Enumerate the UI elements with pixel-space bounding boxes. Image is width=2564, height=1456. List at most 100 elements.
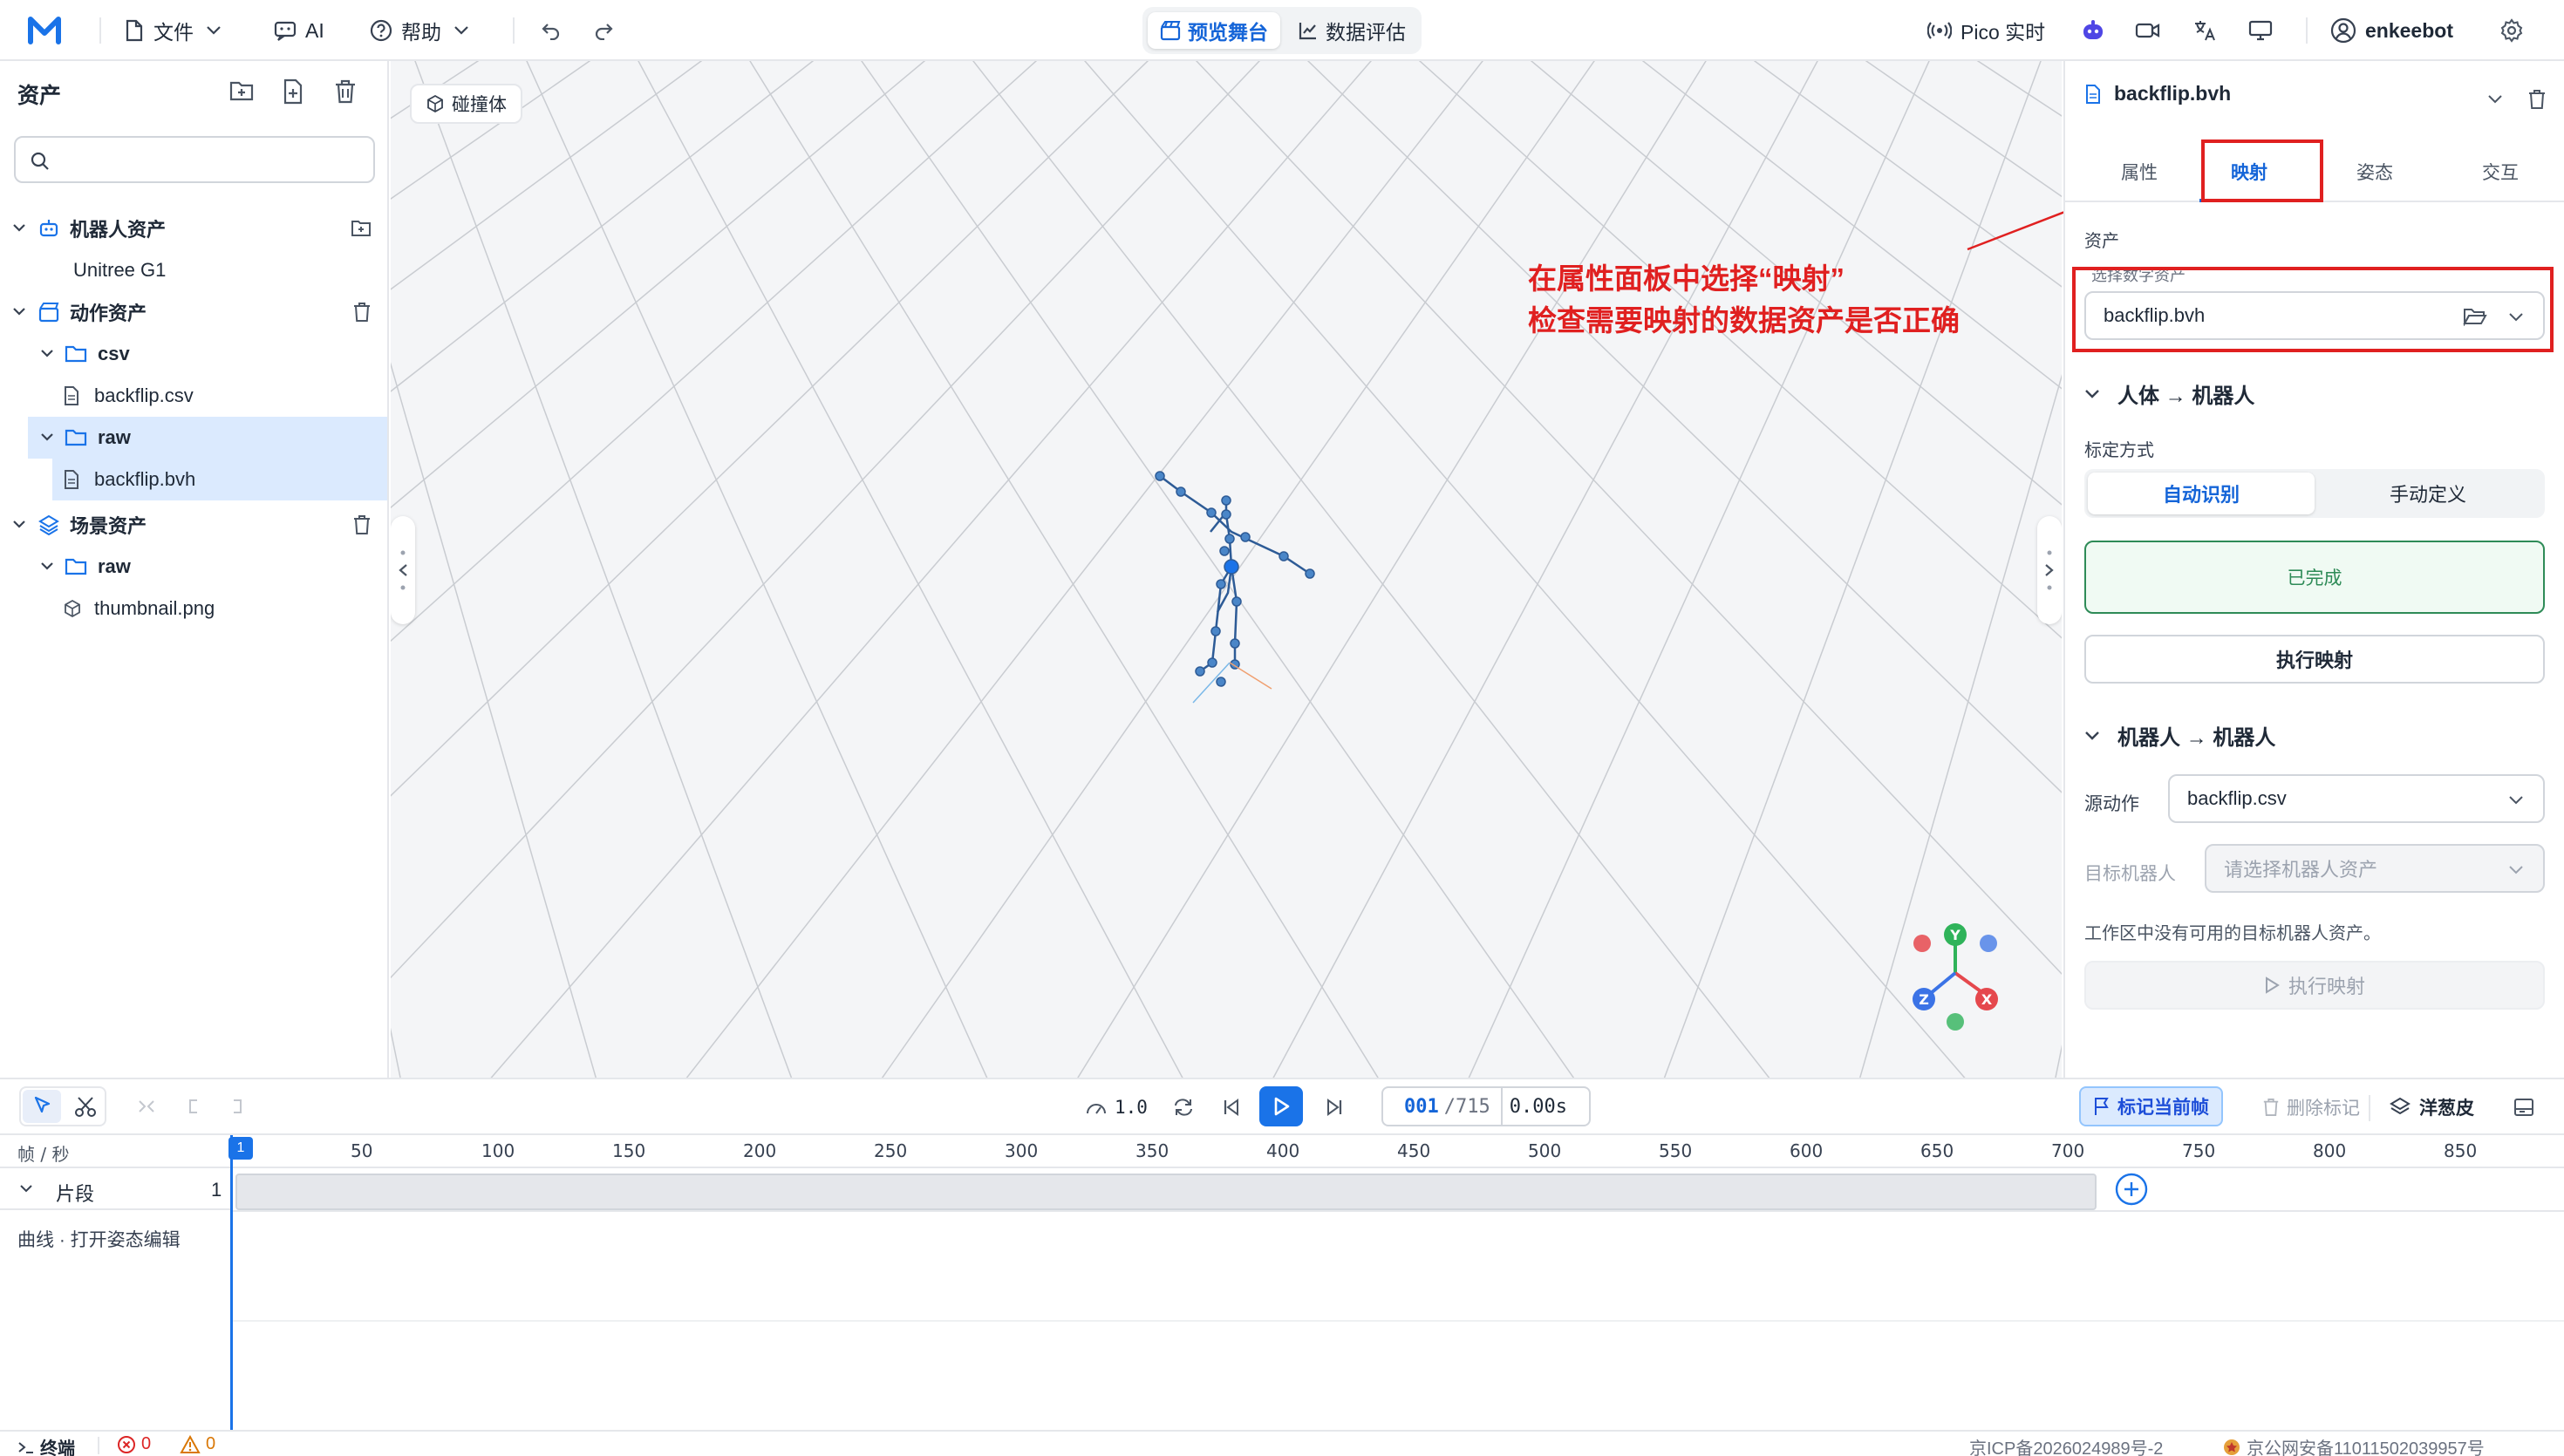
- tab-properties[interactable]: 属性: [2121, 159, 2158, 185]
- flag-icon: [2095, 1098, 2109, 1115]
- trash-icon: [2263, 1099, 2279, 1116]
- error-count[interactable]: 0: [117, 1434, 151, 1454]
- tree-label: raw: [98, 555, 131, 577]
- redo-button[interactable]: [593, 12, 623, 49]
- source-motion-select[interactable]: backflip.csv: [2168, 774, 2545, 823]
- chevron-down-icon: [41, 433, 53, 441]
- folder-add-icon[interactable]: [351, 219, 372, 238]
- chevron-down-icon: [13, 224, 25, 232]
- skip-back-icon: [1224, 1099, 1238, 1116]
- settings-button[interactable]: [2499, 12, 2533, 49]
- collider-button[interactable]: 碰撞体: [410, 84, 522, 124]
- tree-group-motion-assets[interactable]: 动作资产: [0, 291, 387, 333]
- run-mapping-button[interactable]: 执行映射: [2084, 635, 2545, 684]
- axis-gizmo[interactable]: Y X Z: [1894, 919, 2016, 1041]
- file-menu[interactable]: 文件: [124, 12, 230, 49]
- play-button[interactable]: [1259, 1086, 1303, 1126]
- collapse-left-handle[interactable]: [391, 516, 415, 624]
- playhead-line[interactable]: [230, 1135, 233, 1430]
- tree-folder-csv[interactable]: csv: [0, 333, 387, 375]
- ruler-tick: 350: [1135, 1140, 1169, 1161]
- new-folder-button[interactable]: [228, 78, 255, 105]
- highlight-box-asset-select: [2072, 267, 2554, 352]
- app-logo[interactable]: [24, 10, 65, 51]
- new-file-button[interactable]: [281, 78, 307, 105]
- tree-group-robot-assets[interactable]: 机器人资产: [0, 208, 387, 249]
- translate-button[interactable]: [2192, 12, 2226, 49]
- asset-search-input[interactable]: [14, 136, 375, 183]
- tree-file-backflip-csv[interactable]: backflip.csv: [0, 375, 387, 417]
- tree-folder-raw-scene[interactable]: raw: [0, 546, 387, 588]
- ai-menu[interactable]: AI: [274, 12, 324, 49]
- user-menu[interactable]: enkeebot: [2330, 12, 2453, 49]
- calibration-manual[interactable]: 手动定义: [2315, 473, 2541, 514]
- robot-to-robot-section[interactable]: 机器人 → 机器人: [2084, 720, 2275, 751]
- assistant-button[interactable]: [2081, 12, 2114, 49]
- panel-toggle-button[interactable]: [2513, 1090, 2534, 1125]
- 3d-viewport[interactable]: 碰撞体 在属性面板中选择“映射” 检查需要映射的数据资产是否正确 Y X Z: [391, 61, 2062, 1078]
- cut-tool-button[interactable]: [68, 1090, 103, 1123]
- trash-icon[interactable]: [352, 514, 372, 535]
- pico-live-button[interactable]: Pico 实时: [1927, 12, 2045, 49]
- add-segment-button[interactable]: [2114, 1172, 2149, 1207]
- file-menu-label: 文件: [153, 21, 194, 44]
- cube-icon: [65, 599, 80, 618]
- onion-skin-button[interactable]: 洋葱皮: [2390, 1090, 2474, 1125]
- trim-end-button[interactable]: [225, 1092, 249, 1126]
- frame-counter[interactable]: 001 /715 0.00s: [1381, 1086, 1591, 1126]
- ruler-tick: 250: [874, 1140, 908, 1161]
- delete-mark-button[interactable]: 删除标记: [2262, 1090, 2360, 1125]
- tab-preview-stage[interactable]: 预览舞台: [1148, 12, 1280, 49]
- gear-icon: [2500, 18, 2523, 43]
- divider: [98, 1437, 99, 1454]
- tree-file-backflip-bvh[interactable]: backflip.bvh: [52, 459, 387, 500]
- loop-button[interactable]: [1172, 1090, 1195, 1125]
- motion-segment-clip[interactable]: [235, 1174, 2097, 1210]
- tab-pose[interactable]: 姿态: [2356, 159, 2393, 185]
- calibration-label: 标定方式: [2084, 441, 2154, 460]
- help-menu[interactable]: 帮助: [370, 12, 478, 49]
- tree-folder-raw[interactable]: raw: [28, 417, 387, 459]
- screen-button[interactable]: [2248, 12, 2281, 49]
- search-icon: [31, 152, 49, 170]
- timeline-ruler[interactable]: 帧 / 秒 50 100 150 200 250 300 350 400 450 500 550 60…: [0, 1135, 2564, 1168]
- tab-interaction[interactable]: 交互: [2482, 159, 2519, 185]
- tab-data-eval[interactable]: 数据评估: [1285, 12, 1418, 49]
- skeleton-figure[interactable]: [391, 61, 2062, 1078]
- icp-link[interactable]: 京ICP备2026024989号-2: [1969, 1434, 2163, 1456]
- police-link[interactable]: 京公网安备11011502039957号: [2222, 1434, 2485, 1456]
- run-mapping-disabled-button[interactable]: 执行映射: [2084, 961, 2545, 1010]
- curve-label[interactable]: 曲线 · 打开姿态编辑: [17, 1226, 181, 1252]
- button-label: 执行映射: [2288, 976, 2365, 997]
- folder-icon: [65, 429, 87, 446]
- camera-button[interactable]: [2135, 12, 2170, 49]
- calibration-auto[interactable]: 自动识别: [2088, 473, 2315, 514]
- chevron-down-icon[interactable]: [2487, 94, 2503, 105]
- trash-icon[interactable]: [2527, 89, 2547, 110]
- next-frame-button[interactable]: [1324, 1090, 1345, 1125]
- split-button[interactable]: [134, 1092, 159, 1126]
- trim-start-button[interactable]: [181, 1092, 206, 1126]
- ruler-tick: 800: [2313, 1140, 2347, 1161]
- undo-button[interactable]: [541, 12, 570, 49]
- delete-mark-label: 删除标记: [2287, 1099, 2360, 1119]
- prev-frame-button[interactable]: [1221, 1090, 1242, 1125]
- terminal-button[interactable]: 终端: [17, 1434, 75, 1456]
- ruler-tick: 650: [1920, 1140, 1954, 1161]
- select-tool-button[interactable]: [23, 1090, 61, 1123]
- segment-track-header[interactable]: 片段 1: [0, 1168, 232, 1210]
- trash-icon[interactable]: [352, 302, 372, 323]
- redo-icon: [595, 24, 613, 40]
- mark-frame-button[interactable]: 标记当前帧: [2079, 1086, 2223, 1126]
- delete-button[interactable]: [333, 78, 359, 105]
- tree-file-thumbnail[interactable]: thumbnail.png: [0, 588, 387, 629]
- playhead-handle[interactable]: 1: [228, 1137, 253, 1160]
- warning-count[interactable]: 0: [180, 1434, 215, 1454]
- human-to-robot-section[interactable]: 人体 → 机器人: [2084, 378, 2254, 409]
- collapse-right-handle[interactable]: [2037, 516, 2062, 624]
- tree-item-unitree-g1[interactable]: Unitree G1: [0, 249, 387, 291]
- target-robot-select[interactable]: 请选择机器人资产: [2205, 844, 2545, 893]
- highlight-box-mapping-tab: [2201, 139, 2323, 202]
- speed-control[interactable]: 1.0: [1085, 1090, 1148, 1125]
- tree-group-scene-assets[interactable]: 场景资产: [0, 504, 387, 546]
